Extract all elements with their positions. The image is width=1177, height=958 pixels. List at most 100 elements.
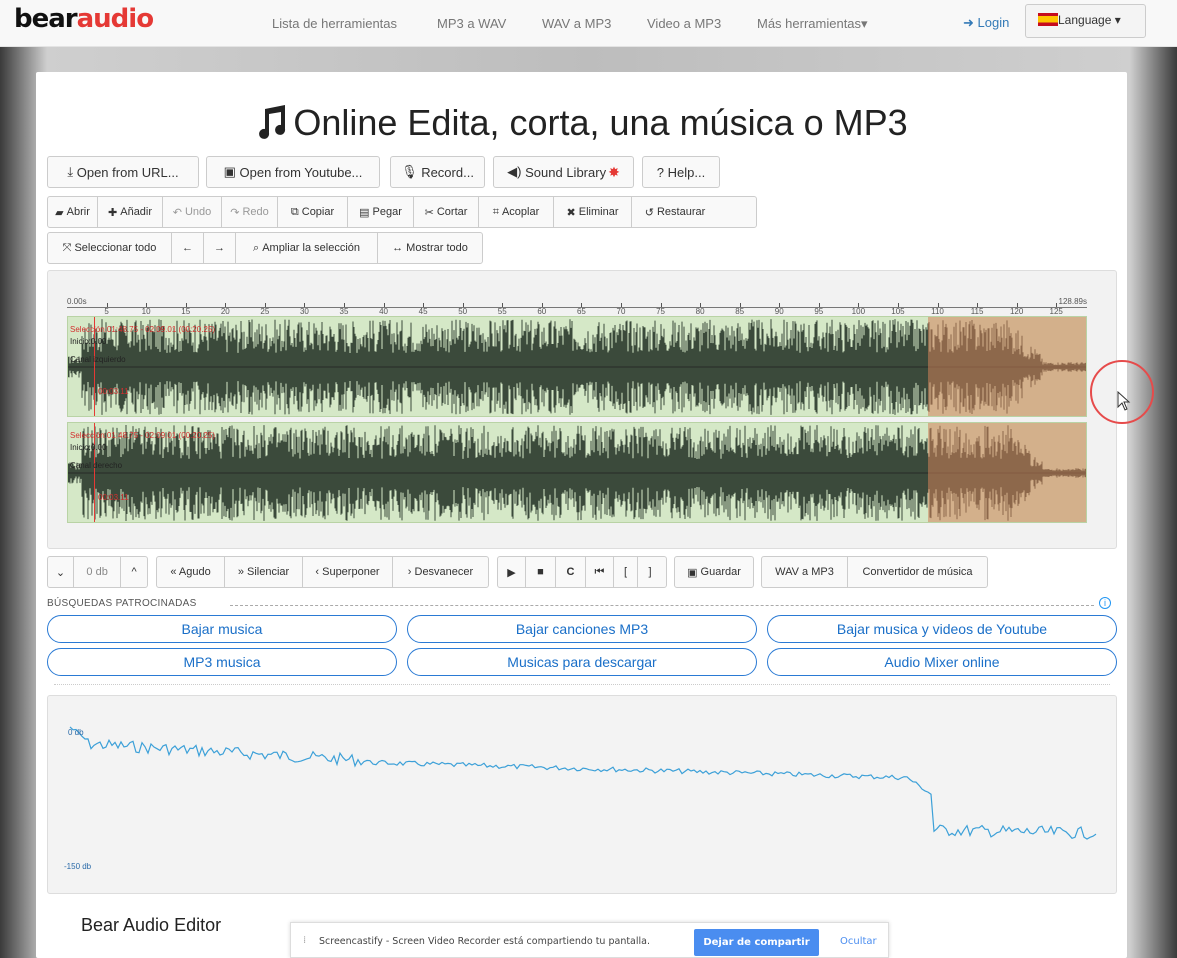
play-button[interactable]: ▶ bbox=[498, 557, 526, 587]
sponsored-link-5[interactable]: Musicas para descargar bbox=[407, 648, 757, 676]
save-button[interactable]: ▣ Guardar bbox=[675, 557, 753, 587]
selection-region[interactable] bbox=[928, 317, 1086, 416]
timeline-tick-label: 65 bbox=[576, 307, 586, 316]
sponsored-link-6[interactable]: Audio Mixer online bbox=[767, 648, 1117, 676]
spectrum-analyzer: 0 db -150 db bbox=[47, 695, 1117, 894]
acoplar-button[interactable]: ⌗ Acoplar bbox=[479, 197, 554, 227]
restaurar-button[interactable]: ↺ Restaurar bbox=[632, 197, 718, 227]
plus-icon: ✚ bbox=[107, 206, 121, 219]
expand-icon: ⤧ bbox=[62, 241, 75, 254]
eliminar-label: Eliminar bbox=[578, 206, 619, 218]
sponsored-link-3[interactable]: Bajar musica y videos de Youtube bbox=[767, 615, 1117, 643]
volume-value: 0 db bbox=[74, 557, 122, 587]
agudo-button[interactable]: « Agudo bbox=[157, 557, 225, 587]
brand-logo[interactable]: bearaudio bbox=[14, 4, 154, 34]
nav-mp3-a-wav[interactable]: MP3 a WAV bbox=[437, 16, 506, 31]
cortar-label: Cortar bbox=[436, 206, 468, 218]
anadir-button[interactable]: ✚ Añadir bbox=[98, 197, 163, 227]
redo-icon: ↷ bbox=[230, 206, 243, 219]
page-title: Online Edita, corta, una música o MP3 bbox=[36, 102, 1127, 144]
sponsored-divider bbox=[230, 605, 1094, 606]
floppy-icon: ▣ bbox=[687, 566, 701, 579]
silenciar-button[interactable]: » Silenciar bbox=[225, 557, 303, 587]
language-dropdown[interactable]: Language ▾ bbox=[1025, 4, 1146, 38]
record-button[interactable]: 🎙 Record... bbox=[390, 156, 485, 188]
login-label: Login bbox=[977, 15, 1010, 30]
mark-out-button[interactable]: ] bbox=[638, 557, 662, 587]
help-button[interactable]: ? Help... bbox=[642, 156, 720, 188]
copy-icon: ⧉ bbox=[290, 205, 302, 218]
superponer-button[interactable]: ‹ Superponer bbox=[303, 557, 393, 587]
timeline-ruler[interactable]: 0.00s 128.89s 5 10 15 20 25 30 35 40 45 50 55 60 65 7… bbox=[67, 289, 1087, 316]
crop-icon: ⌗ bbox=[492, 205, 502, 218]
open-url-button[interactable]: ⤓ Open from URL... bbox=[47, 156, 199, 188]
login-icon: ➜ bbox=[963, 15, 974, 30]
timeline-start: 0.00s bbox=[67, 297, 87, 306]
selection-region[interactable] bbox=[928, 423, 1086, 522]
sound-library-label: Sound Library bbox=[525, 164, 607, 180]
sponsored-link-2[interactable]: Bajar canciones MP3 bbox=[407, 615, 757, 643]
open-youtube-label: Open from Youtube... bbox=[239, 164, 363, 180]
stop-sharing-button[interactable]: Dejar de compartir bbox=[694, 929, 819, 956]
wav-a-mp3-button[interactable]: WAV a MP3 bbox=[762, 557, 848, 587]
cortar-button[interactable]: ✂ Cortar bbox=[414, 197, 479, 227]
show-all-button[interactable]: ↔ Mostrar todo bbox=[378, 233, 482, 263]
convertidor-button[interactable]: Convertidor de música bbox=[848, 557, 987, 587]
copiar-button[interactable]: ⧉ Copiar bbox=[278, 197, 348, 227]
new-badge-icon: ✸ bbox=[608, 163, 620, 180]
login-link[interactable]: ➜ Login bbox=[963, 15, 1009, 31]
zoom-selection-label: Ampliar la selección bbox=[262, 242, 361, 254]
volume-up-button[interactable]: ^ bbox=[121, 557, 147, 587]
hide-button[interactable]: Ocultar bbox=[840, 936, 877, 947]
abrir-label: Abrir bbox=[66, 206, 90, 218]
timeline-tick-label: 90 bbox=[774, 307, 784, 316]
nav-video-a-mp3[interactable]: Video a MP3 bbox=[647, 16, 721, 31]
selection-info: Selección:01:48.75 - 02:09.01 (00:20.25) bbox=[70, 431, 215, 440]
stop-button[interactable]: ■ bbox=[526, 557, 556, 587]
save-control: ▣ Guardar bbox=[674, 556, 754, 588]
timeline-tick-label: 80 bbox=[695, 307, 705, 316]
sponsored-link-1[interactable]: Bajar musica bbox=[47, 615, 397, 643]
timeline-tick-label: 75 bbox=[656, 307, 665, 316]
nav-lista-herramientas[interactable]: Lista de herramientas bbox=[272, 16, 397, 31]
channel-left-waveform[interactable]: Selección:01:48.75 - 02:09.01 (00:20.25)… bbox=[67, 316, 1087, 417]
arrow-right-button[interactable]: → bbox=[204, 233, 236, 263]
pegar-button[interactable]: ▤ Pegar bbox=[348, 197, 414, 227]
redo-button[interactable]: ↷ Redo bbox=[222, 197, 278, 227]
pegar-label: Pegar bbox=[372, 206, 402, 218]
mark-in-button[interactable]: [ bbox=[614, 557, 638, 587]
sound-library-button[interactable]: ◀) Sound Library ✸ bbox=[493, 156, 634, 188]
zoom-selection-button[interactable]: ⌕ Ampliar la selección bbox=[236, 233, 378, 263]
drag-handle-icon[interactable]: ⁞ bbox=[303, 935, 306, 946]
selection-info: Selección:01:48.75 - 02:09.01 (00:20.25) bbox=[70, 325, 215, 334]
info-icon[interactable]: i bbox=[1099, 597, 1111, 609]
waveform-panel[interactable]: 0.00s 128.89s 5 10 15 20 25 30 35 40 45 50 55 60 65 7… bbox=[47, 270, 1117, 549]
timeline-tick-label: 120 bbox=[1009, 307, 1024, 316]
timeline-tick-label: 110 bbox=[931, 307, 944, 316]
sponsored-link-4[interactable]: MP3 musica bbox=[47, 648, 397, 676]
sponsored-label: BÚSQUEDAS PATROCINADAS bbox=[47, 598, 197, 609]
acoplar-label: Acoplar bbox=[501, 206, 540, 218]
nav-mas-herramientas[interactable]: Más herramientas▾ bbox=[757, 16, 868, 32]
cursor-time: 00:03.11 bbox=[98, 493, 129, 502]
page-title-text: Online Edita, corta, una música o MP3 bbox=[293, 102, 908, 143]
skip-start-button[interactable]: ⏮ bbox=[586, 557, 614, 587]
timeline-tick-label: 15 bbox=[181, 307, 191, 316]
mouse-pointer-icon bbox=[1117, 391, 1131, 411]
abrir-button[interactable]: ▰ Abrir bbox=[48, 197, 98, 227]
timeline-tick-label: 20 bbox=[220, 307, 230, 316]
anadir-label: Añadir bbox=[120, 206, 153, 218]
desvanecer-button[interactable]: › Desvanecer bbox=[393, 557, 488, 587]
open-youtube-button[interactable]: ▣ Open from Youtube... bbox=[206, 156, 380, 188]
timeline-tick-label: 30 bbox=[299, 307, 309, 316]
select-all-button[interactable]: ⤧ Seleccionar todo bbox=[48, 233, 172, 263]
eliminar-button[interactable]: ✖ Eliminar bbox=[554, 197, 632, 227]
volume-down-button[interactable]: ⌄ bbox=[48, 557, 74, 587]
timeline-tick-label: 85 bbox=[735, 307, 745, 316]
nav-wav-a-mp3[interactable]: WAV a MP3 bbox=[542, 16, 611, 31]
channel-right-waveform[interactable]: Selección:01:48.75 - 02:09.01 (00:20.25)… bbox=[67, 422, 1087, 523]
play-icon: ▶ bbox=[507, 566, 516, 579]
arrow-left-button[interactable]: ← bbox=[172, 233, 204, 263]
loop-button[interactable]: C bbox=[556, 557, 586, 587]
undo-button[interactable]: ↶ Undo bbox=[163, 197, 222, 227]
